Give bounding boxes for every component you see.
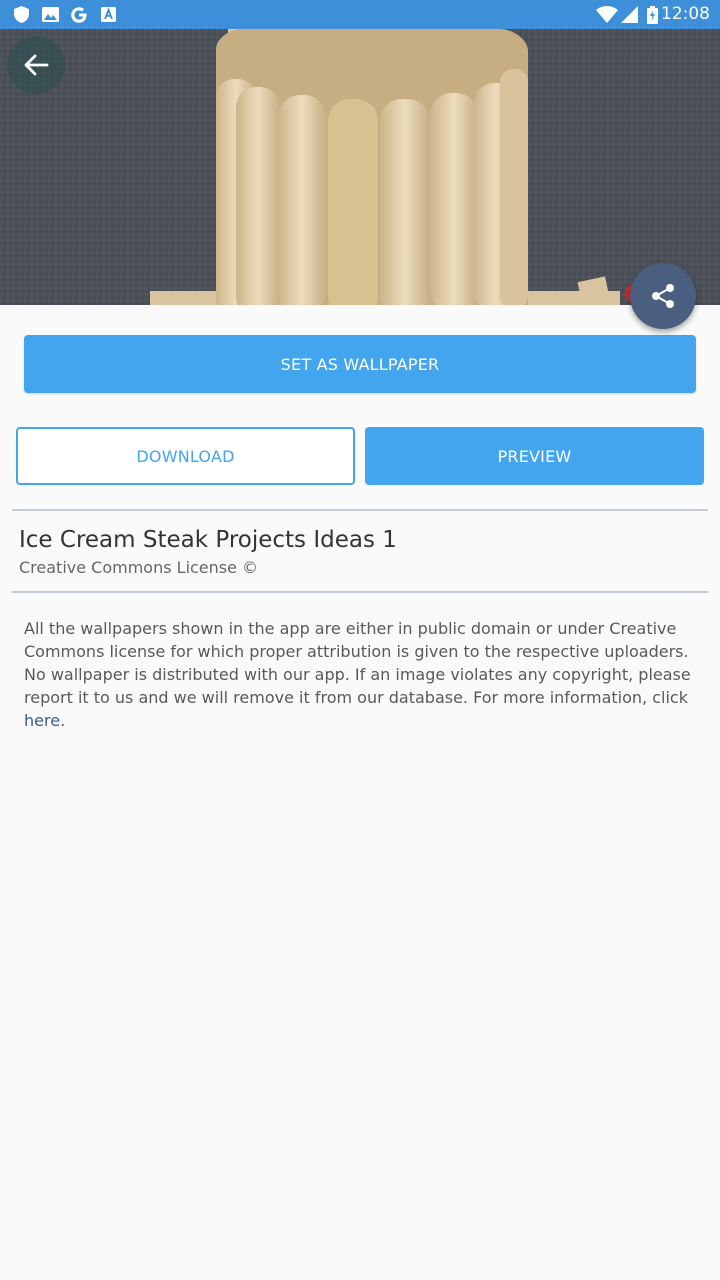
wifi-icon (596, 6, 618, 23)
wallpaper-photo (0, 29, 720, 305)
share-button[interactable] (630, 263, 696, 329)
battery-charging-icon (646, 5, 658, 24)
share-icon (652, 284, 674, 308)
clock: 12:08 (661, 4, 710, 24)
disclaimer-tail: . (60, 711, 66, 730)
download-button[interactable]: DOWNLOAD (16, 427, 355, 485)
set-as-wallpaper-button[interactable]: SET AS WALLPAPER (24, 335, 696, 393)
disclaimer-text: All the wallpapers shown in the app are … (24, 617, 704, 732)
google-icon (70, 6, 88, 23)
divider (12, 591, 708, 593)
text-icon (100, 6, 116, 23)
preview-button[interactable]: PREVIEW (365, 427, 704, 485)
more-info-link[interactable]: here (24, 711, 60, 730)
wallpaper-image[interactable] (0, 29, 720, 305)
license-label: Creative Commons License © (19, 558, 259, 577)
disclaimer-body: All the wallpapers shown in the app are … (24, 619, 691, 707)
back-button[interactable] (7, 36, 65, 94)
wallpaper-title: Ice Cream Steak Projects Ideas 1 (19, 527, 397, 553)
arrow-left-icon (24, 54, 49, 76)
shield-icon (13, 6, 30, 23)
image-icon (42, 6, 59, 23)
divider (12, 509, 708, 511)
signal-icon (620, 6, 638, 23)
status-bar: 12:08 (0, 0, 720, 29)
